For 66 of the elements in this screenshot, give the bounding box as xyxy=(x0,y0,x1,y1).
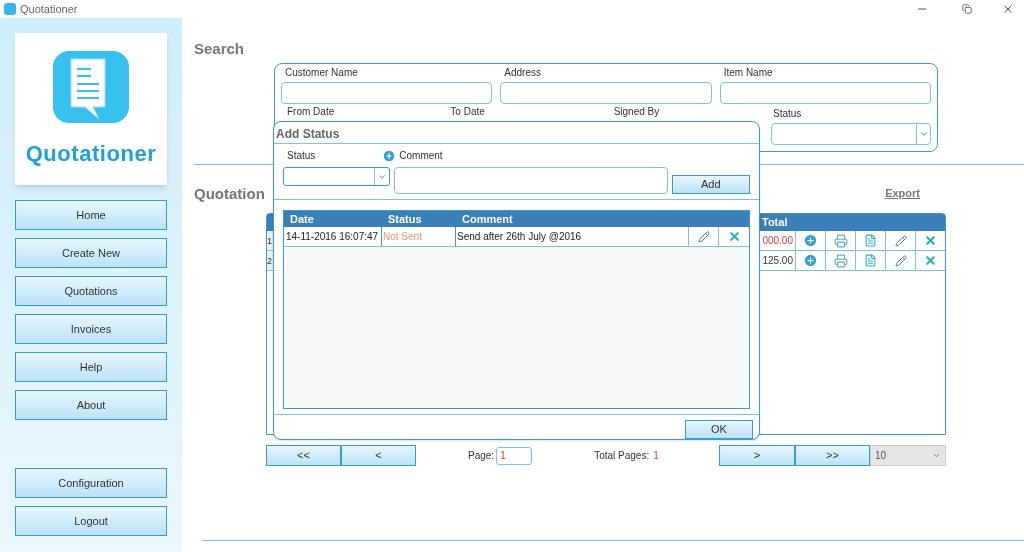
add-icon[interactable] xyxy=(382,148,397,163)
input-field[interactable] xyxy=(281,81,493,104)
field-label: From Date xyxy=(287,105,335,117)
first-page-button[interactable]: << xyxy=(266,445,341,466)
page-label: Page: xyxy=(468,449,495,463)
comment-field[interactable] xyxy=(394,167,668,194)
add-icon[interactable] xyxy=(803,233,818,248)
field-label: To Date xyxy=(450,105,485,117)
column-header: Total xyxy=(761,215,789,230)
nav-button[interactable]: Create New xyxy=(15,238,167,268)
delete-icon[interactable] xyxy=(727,230,741,243)
nav-button[interactable]: Configuration xyxy=(15,468,167,498)
last-page-button[interactable]: >> xyxy=(795,445,870,466)
nav-button[interactable]: Invoices xyxy=(15,314,167,344)
restore-icon[interactable] xyxy=(962,4,972,14)
field-label: Comment xyxy=(398,149,444,163)
field-label: Signed By xyxy=(613,105,660,117)
status-select[interactable] xyxy=(283,167,391,186)
table-cell: 14-11-2016 16:07:47 xyxy=(284,227,382,246)
nav-button[interactable]: Help xyxy=(15,352,167,382)
next-page-button[interactable]: > xyxy=(719,445,795,466)
document-icon[interactable] xyxy=(864,254,877,267)
input-field[interactable] xyxy=(500,81,712,104)
document-icon[interactable] xyxy=(864,234,877,247)
edit-icon[interactable] xyxy=(894,234,907,247)
table-cell-text: Send after 26th July @2016 xyxy=(456,230,583,244)
edit-icon[interactable] xyxy=(894,254,907,267)
logo-text: Quotationer xyxy=(25,139,157,168)
add-button[interactable]: Add xyxy=(671,175,750,194)
caret-icon xyxy=(932,451,941,460)
nav-button[interactable]: Home xyxy=(15,200,167,230)
status-select[interactable] xyxy=(771,122,931,145)
nav-button[interactable]: Logout xyxy=(15,506,167,536)
nav-button[interactable]: Quotations xyxy=(15,276,167,306)
ok-button[interactable]: OK xyxy=(685,420,753,439)
previous-page-button[interactable]: < xyxy=(341,445,416,466)
export-link[interactable]: Export xyxy=(885,184,920,201)
edit-icon[interactable] xyxy=(697,230,710,243)
column-header: Status xyxy=(387,212,423,227)
delete-icon[interactable] xyxy=(924,234,937,247)
field-label: Customer Name xyxy=(284,65,359,80)
input-field[interactable] xyxy=(719,81,931,104)
add-icon[interactable] xyxy=(803,253,818,268)
column-header: Comment xyxy=(461,212,514,227)
dialog-title: Add Status xyxy=(275,126,341,143)
print-icon[interactable] xyxy=(833,253,848,268)
table-cell-text: 125.00 xyxy=(761,254,794,268)
table-cell: Not Sent xyxy=(382,227,456,246)
table-cell-text: 000.00 xyxy=(761,234,794,248)
field-label: Address xyxy=(503,65,542,80)
section-title: Search xyxy=(194,39,246,59)
nav-button[interactable]: About xyxy=(15,390,167,420)
column-header: Date xyxy=(289,212,315,227)
field-label: Status xyxy=(286,149,316,163)
field-label: Status xyxy=(772,106,803,121)
total-pages-label: Total Pages: xyxy=(594,449,650,463)
close-icon[interactable] xyxy=(1002,3,1014,15)
print-icon[interactable] xyxy=(833,233,848,248)
field-label: Item Name xyxy=(722,65,774,80)
window-title: Quotationer xyxy=(20,1,78,17)
app-icon xyxy=(4,3,16,15)
delete-icon[interactable] xyxy=(924,254,937,267)
page-size-select[interactable]: 10 xyxy=(870,445,946,466)
total-pages-value: 1 xyxy=(653,449,659,463)
section-title: Quotation xyxy=(194,183,265,204)
page-field[interactable]: 1 xyxy=(496,446,533,465)
